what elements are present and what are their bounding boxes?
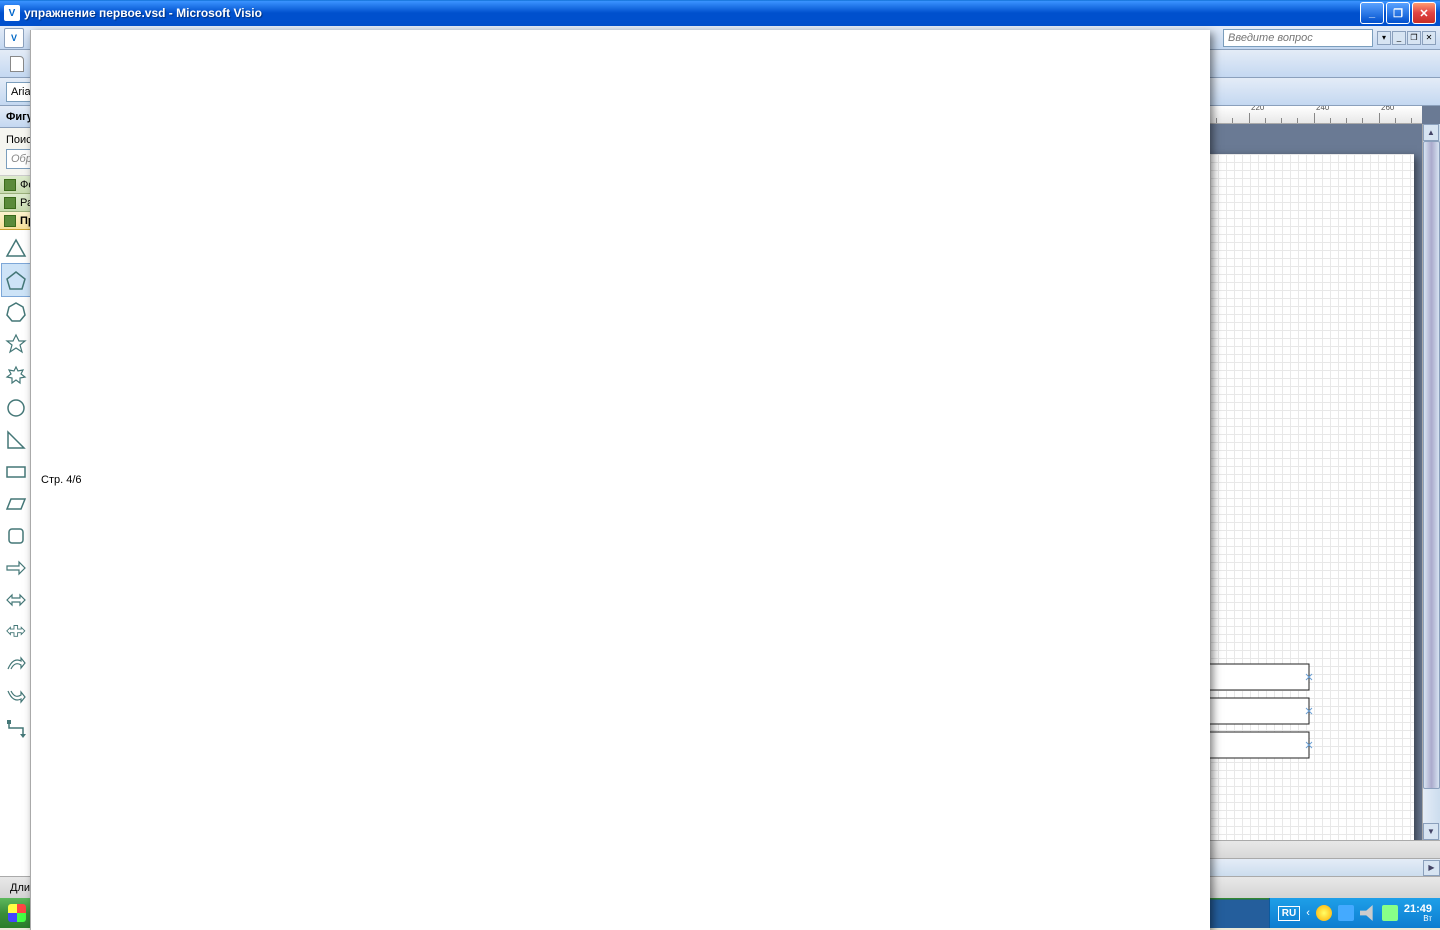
window-controls: _ ❐ ✕ bbox=[1360, 2, 1436, 24]
clock[interactable]: 21:49Вт bbox=[1404, 904, 1432, 923]
vertical-scrollbar[interactable]: ▲ ▼ bbox=[1422, 124, 1440, 840]
mdi-minimize-button[interactable]: ▾ bbox=[1377, 31, 1391, 45]
tray-icon[interactable] bbox=[1338, 905, 1354, 921]
maximize-button[interactable]: ❐ bbox=[1386, 2, 1410, 24]
titlebar: V упражнение первое.vsd - Microsoft Visi… bbox=[0, 0, 1440, 26]
tray-icon[interactable] bbox=[1316, 905, 1332, 921]
mdi-minimize-button[interactable]: _ bbox=[1392, 31, 1406, 45]
statusbar: Длина = 35,223 мм Угол = -127,22 град Dx… bbox=[0, 876, 1440, 898]
close-button[interactable]: ✕ bbox=[1412, 2, 1436, 24]
mdi-restore-button[interactable]: ❐ bbox=[1407, 31, 1421, 45]
tray-expand-icon[interactable]: ‹ bbox=[1306, 907, 1310, 919]
help-search-input[interactable] bbox=[1223, 29, 1373, 47]
visio-icon[interactable]: V bbox=[4, 28, 24, 48]
scroll-down-button[interactable]: ▼ bbox=[1423, 823, 1439, 840]
help-search bbox=[1223, 29, 1373, 47]
scroll-right-button[interactable]: ▶ bbox=[1423, 860, 1440, 876]
language-indicator[interactable]: RU bbox=[1278, 906, 1300, 921]
scroll-up-button[interactable]: ▲ bbox=[1423, 124, 1439, 141]
mdi-close-button[interactable]: ✕ bbox=[1422, 31, 1436, 45]
minimize-button[interactable]: _ bbox=[1360, 2, 1384, 24]
system-tray: RU ‹ 21:49Вт bbox=[1269, 898, 1440, 928]
app-icon: V bbox=[4, 5, 20, 21]
status-page: Стр. 4/6 bbox=[30, 30, 1210, 930]
window-title: упражнение первое.vsd - Microsoft Visio bbox=[24, 6, 1360, 20]
tray-volume-icon[interactable] bbox=[1360, 905, 1376, 921]
tray-icon[interactable] bbox=[1382, 905, 1398, 921]
